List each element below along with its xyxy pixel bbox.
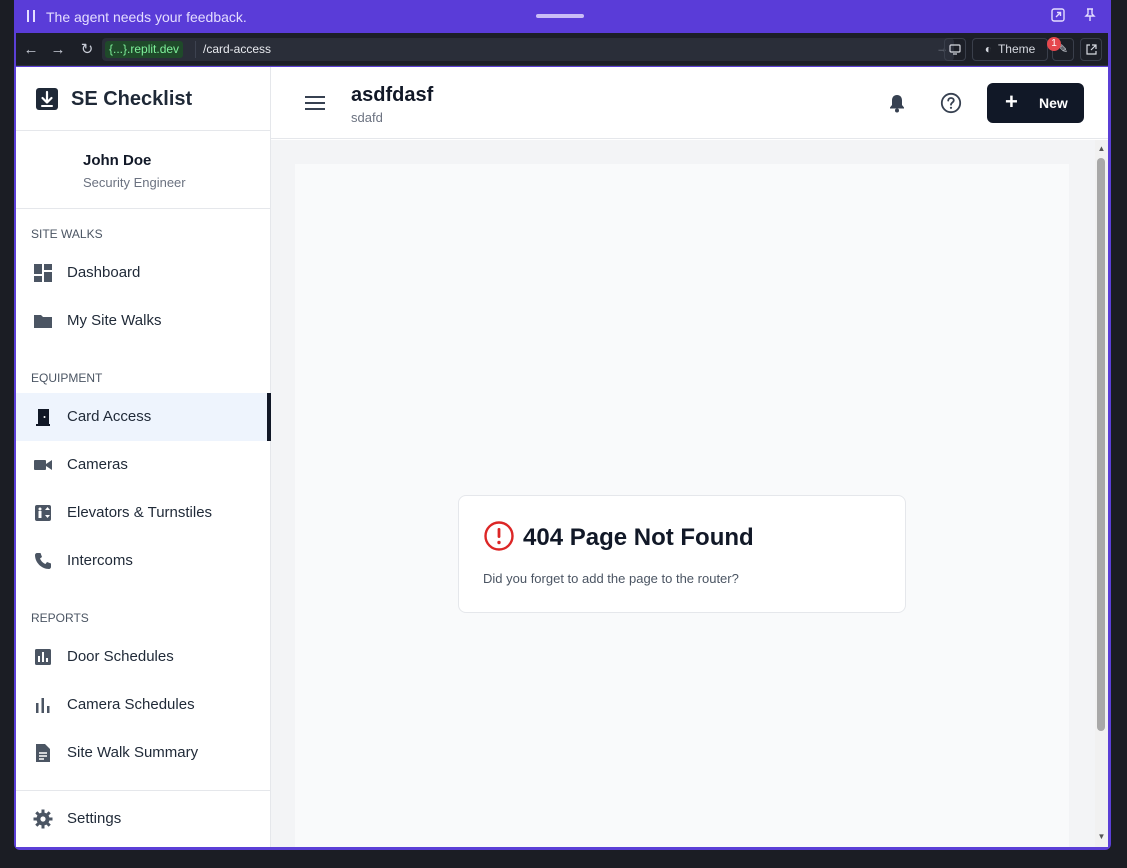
not-found-message: Did you forget to add the page to the ro… xyxy=(483,571,739,586)
download-logo-icon xyxy=(36,88,58,110)
bar-chart-icon xyxy=(35,649,51,665)
sidebar-item-elevators-turnstiles[interactable]: Elevators & Turnstiles xyxy=(16,489,271,537)
sidebar-item-intercoms[interactable]: Intercoms xyxy=(16,537,271,585)
scroll-down-arrow-icon[interactable]: ▼ xyxy=(1097,832,1106,841)
page-title: asdfdasf xyxy=(351,84,434,106)
section-label-reports: REPORTS xyxy=(31,611,89,625)
new-button-label: New xyxy=(1039,95,1068,111)
user-profile[interactable]: John Doe Security Engineer xyxy=(16,131,271,209)
folder-icon xyxy=(34,315,52,328)
help-icon[interactable] xyxy=(940,92,962,114)
user-role: Security Engineer xyxy=(83,175,186,190)
video-camera-icon xyxy=(34,460,52,470)
user-name: John Doe xyxy=(83,152,152,169)
settings-label: Settings xyxy=(67,810,122,827)
agent-feedback-bar: The agent needs your feedback. xyxy=(14,0,1111,33)
sidebar-item-camera-schedules[interactable]: Camera Schedules xyxy=(16,681,271,729)
document-icon xyxy=(36,744,50,762)
sidebar-footer: Settings xyxy=(16,790,271,847)
sidebar-item-dashboard[interactable]: Dashboard xyxy=(16,249,271,297)
sidebar-item-label: Card Access xyxy=(67,408,152,425)
theme-button[interactable]: ◐ Theme xyxy=(972,38,1048,61)
menu-icon[interactable] xyxy=(305,95,325,111)
sidebar-item-label: Dashboard xyxy=(67,264,141,281)
phone-icon xyxy=(35,553,51,569)
bar-chart-icon xyxy=(36,698,50,713)
scrollbar[interactable]: ▲ ▼ xyxy=(1095,140,1108,847)
top-header: asdfdasf sdafd + New xyxy=(271,67,1108,139)
browser-toolbar: ← → ↻ {...}.replit.dev /card-access → ◐ T… xyxy=(16,33,1108,66)
sidebar: SE Checklist John Doe Security Engineer … xyxy=(16,67,271,847)
sidebar-item-label: Door Schedules xyxy=(67,648,174,665)
dashboard-icon xyxy=(34,264,52,282)
scroll-up-arrow-icon[interactable]: ▲ xyxy=(1097,144,1106,153)
sidebar-item-my-site-walks[interactable]: My Site Walks xyxy=(16,297,271,345)
back-icon[interactable]: ← xyxy=(22,41,40,59)
notification-badge: 1 xyxy=(1047,37,1061,51)
sidebar-item-label: Camera Schedules xyxy=(67,696,195,713)
agent-message: The agent needs your feedback. xyxy=(46,9,247,25)
new-button[interactable]: + New xyxy=(987,83,1084,123)
alert-circle-icon xyxy=(484,521,514,551)
content-panel: 404 Page Not Found Did you forget to add… xyxy=(295,164,1069,847)
sidebar-item-card-access[interactable]: Card Access xyxy=(16,393,271,441)
url-path: /card-access xyxy=(203,42,272,56)
brand: SE Checklist xyxy=(16,67,271,131)
sidebar-item-settings[interactable]: Settings xyxy=(16,795,271,843)
expand-icon[interactable] xyxy=(1050,8,1066,24)
scroll-thumb[interactable] xyxy=(1097,158,1105,731)
url-domain: {...}.replit.dev xyxy=(105,41,184,58)
forward-icon[interactable]: → xyxy=(49,41,67,59)
sidebar-item-label: Cameras xyxy=(67,456,128,473)
app-viewport: SE Checklist John Doe Security Engineer … xyxy=(16,67,1108,847)
pin-icon[interactable] xyxy=(1082,8,1098,24)
open-new-tab-button[interactable] xyxy=(1080,38,1102,61)
theme-label: Theme xyxy=(997,42,1036,56)
section-label-site-walks: SITE WALKS xyxy=(31,227,103,241)
door-icon xyxy=(36,409,50,426)
sidebar-item-label: Intercoms xyxy=(67,552,133,569)
elevator-icon xyxy=(35,505,51,521)
plus-icon: + xyxy=(1005,89,1018,114)
sidebar-item-label: Site Walk Summary xyxy=(67,744,199,761)
not-found-card: 404 Page Not Found Did you forget to add… xyxy=(458,495,906,613)
palette-icon: ◐ xyxy=(984,42,992,56)
page-subtitle: sdafd xyxy=(351,110,383,125)
sidebar-item-door-schedules[interactable]: Door Schedules xyxy=(16,633,271,681)
url-field[interactable]: {...}.replit.dev /card-access → xyxy=(102,38,954,61)
gear-icon xyxy=(33,809,53,829)
not-found-title: 404 Page Not Found xyxy=(523,524,754,551)
pause-icon[interactable] xyxy=(26,10,36,22)
brand-name: SE Checklist xyxy=(71,88,193,110)
main-content: 404 Page Not Found Did you forget to add… xyxy=(271,140,1108,847)
devices-button[interactable] xyxy=(944,38,966,61)
reload-icon[interactable]: ↻ xyxy=(78,41,96,59)
sidebar-item-label: My Site Walks xyxy=(67,312,162,329)
sidebar-item-cameras[interactable]: Cameras xyxy=(16,441,271,489)
drag-handle[interactable] xyxy=(536,14,584,18)
sidebar-item-site-walk-summary[interactable]: Site Walk Summary xyxy=(16,729,271,777)
bell-icon[interactable] xyxy=(886,92,908,114)
sidebar-item-label: Elevators & Turnstiles xyxy=(67,504,213,521)
section-label-equipment: EQUIPMENT xyxy=(31,371,103,385)
